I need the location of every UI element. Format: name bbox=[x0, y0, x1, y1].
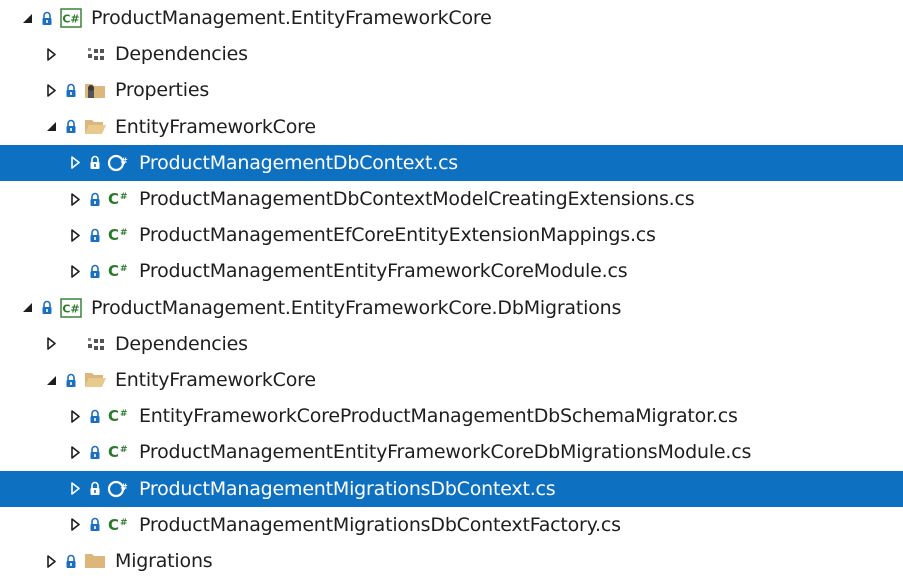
expanded-arrow-icon[interactable] bbox=[21, 12, 34, 25]
lock-icon bbox=[40, 10, 54, 26]
tree-item[interactable]: Dependencies bbox=[0, 326, 903, 362]
lock-icon bbox=[64, 336, 78, 352]
tree-item[interactable]: C# ProductManagement.EntityFrameworkCore bbox=[0, 0, 903, 36]
tree-item-label: ProductManagementMigrationsDbContext.cs bbox=[139, 477, 556, 500]
collapsed-arrow-icon[interactable] bbox=[69, 446, 82, 459]
expanded-arrow-icon[interactable] bbox=[45, 374, 58, 387]
tree-item-label: ProductManagement.EntityFrameworkCore bbox=[91, 7, 492, 29]
solution-explorer-tree: C# ProductManagement.EntityFrameworkCore D… bbox=[0, 0, 903, 579]
svg-text:#: # bbox=[120, 192, 128, 202]
tree-item[interactable]: C # ProductManagementDbContextModelCreatin… bbox=[0, 181, 903, 217]
svg-text:C: C bbox=[108, 443, 119, 461]
svg-text:C: C bbox=[108, 516, 119, 534]
dependencies-icon bbox=[83, 334, 107, 354]
lock-icon bbox=[88, 444, 102, 460]
lock-icon bbox=[88, 517, 102, 533]
tree-item[interactable]: C # ProductManagementEntityFrameworkCoreDb… bbox=[0, 434, 903, 470]
collapsed-arrow-icon[interactable] bbox=[69, 192, 82, 206]
lock-icon bbox=[40, 300, 54, 316]
dependencies-icon bbox=[83, 44, 107, 64]
lock-icon bbox=[64, 372, 78, 388]
collapsed-arrow-icon[interactable] bbox=[69, 409, 82, 423]
tree-item[interactable]: # ProductManagementMigrationsDbContext.cs bbox=[0, 470, 903, 507]
lock-icon bbox=[88, 227, 102, 243]
tree-item[interactable]: Migrations bbox=[0, 543, 903, 579]
tree-item-label: ProductManagementEntityFrameworkCoreDbMi… bbox=[139, 441, 752, 464]
svg-text:#: # bbox=[120, 409, 128, 419]
csharp-file-icon: C # bbox=[107, 442, 131, 462]
collapsed-arrow-icon[interactable] bbox=[69, 482, 82, 495]
expanded-arrow-icon[interactable] bbox=[21, 301, 34, 314]
csharp-file-icon: C # bbox=[107, 189, 131, 209]
svg-text:C: C bbox=[108, 407, 119, 425]
collapsed-arrow-icon[interactable] bbox=[69, 265, 82, 278]
collapsed-arrow-icon[interactable] bbox=[45, 337, 58, 351]
csharp-file-icon: C # bbox=[107, 261, 131, 281]
folder-icon bbox=[83, 551, 107, 571]
lock-icon bbox=[64, 553, 78, 569]
collapsed-arrow-icon[interactable] bbox=[45, 554, 58, 568]
svg-text:C: C bbox=[108, 190, 119, 208]
svg-text:C#: C# bbox=[62, 302, 79, 315]
lock-icon bbox=[88, 155, 102, 171]
svg-text:#: # bbox=[120, 518, 128, 528]
lock-icon bbox=[88, 263, 102, 279]
tree-item[interactable]: # ProductManagementDbContext.cs bbox=[0, 144, 903, 181]
tree-item-label: ProductManagementDbContext.cs bbox=[139, 151, 459, 174]
tree-item-label: EntityFrameworkCoreProductManagementDbSc… bbox=[139, 405, 738, 428]
folder-open-icon bbox=[83, 117, 107, 137]
tree-item-label: Migrations bbox=[115, 550, 213, 572]
tree-item-label: ProductManagementDbContextModelCreatingE… bbox=[139, 188, 695, 210]
tree-item-label: Dependencies bbox=[115, 43, 248, 66]
lock-icon bbox=[88, 481, 102, 497]
tree-item[interactable]: EntityFrameworkCore bbox=[0, 362, 903, 398]
lock-icon bbox=[64, 119, 78, 135]
tree-item[interactable]: C # ProductManagementEfCoreEntityExtension… bbox=[0, 217, 903, 253]
expanded-arrow-icon[interactable] bbox=[45, 120, 58, 133]
csharp-file-icon: # bbox=[107, 479, 131, 499]
collapsed-arrow-icon[interactable] bbox=[69, 228, 82, 242]
collapsed-arrow-icon[interactable] bbox=[69, 156, 82, 170]
csharp-project-icon: C# bbox=[59, 297, 83, 318]
tree-item[interactable]: C # EntityFrameworkCoreProductManagementDb… bbox=[0, 398, 903, 434]
folder-open-icon bbox=[83, 370, 107, 390]
tree-item[interactable]: Properties bbox=[0, 72, 903, 108]
csharp-file-icon: C # bbox=[107, 515, 131, 535]
collapsed-arrow-icon[interactable] bbox=[45, 84, 58, 97]
svg-text:C: C bbox=[108, 262, 119, 280]
tree-item-label: EntityFrameworkCore bbox=[115, 115, 316, 138]
csharp-file-icon: C # bbox=[107, 225, 131, 245]
tree-item-label: Properties bbox=[115, 79, 210, 102]
svg-text:#: # bbox=[120, 483, 128, 493]
csharp-file-icon: # bbox=[107, 153, 131, 173]
tree-item-label: EntityFrameworkCore bbox=[115, 369, 316, 391]
tree-item-label: Dependencies bbox=[115, 332, 248, 355]
lock-icon bbox=[88, 191, 102, 207]
svg-text:#: # bbox=[120, 157, 128, 167]
svg-text:#: # bbox=[120, 228, 128, 238]
csharp-project-icon: C# bbox=[59, 8, 83, 28]
svg-text:C#: C# bbox=[62, 13, 79, 26]
tree-item[interactable]: Dependencies bbox=[0, 36, 903, 72]
csharp-file-icon: C # bbox=[107, 406, 131, 426]
tree-item-label: ProductManagementEfCoreEntityExtensionMa… bbox=[139, 224, 656, 247]
lock-icon bbox=[64, 46, 78, 62]
tree-item-label: ProductManagement.EntityFrameworkCore.Db… bbox=[91, 296, 622, 319]
svg-text:#: # bbox=[120, 264, 128, 274]
properties-folder-icon bbox=[83, 80, 107, 100]
tree-item-label: ProductManagementMigrationsDbContextFact… bbox=[139, 513, 621, 536]
tree-item[interactable]: C# ProductManagement.EntityFrameworkCore.… bbox=[0, 290, 903, 326]
tree-item-label: ProductManagementEntityFrameworkCoreModu… bbox=[139, 260, 628, 283]
lock-icon bbox=[88, 408, 102, 424]
tree-item[interactable]: C # ProductManagementEntityFrameworkCoreMo… bbox=[0, 253, 903, 289]
lock-icon bbox=[64, 82, 78, 98]
tree-item[interactable]: C # ProductManagementMigrationsDbContextFa… bbox=[0, 507, 903, 543]
collapsed-arrow-icon[interactable] bbox=[69, 518, 82, 532]
svg-text:#: # bbox=[120, 445, 128, 455]
collapsed-arrow-icon[interactable] bbox=[45, 47, 58, 61]
tree-item[interactable]: EntityFrameworkCore bbox=[0, 109, 903, 145]
svg-text:C: C bbox=[108, 226, 119, 244]
